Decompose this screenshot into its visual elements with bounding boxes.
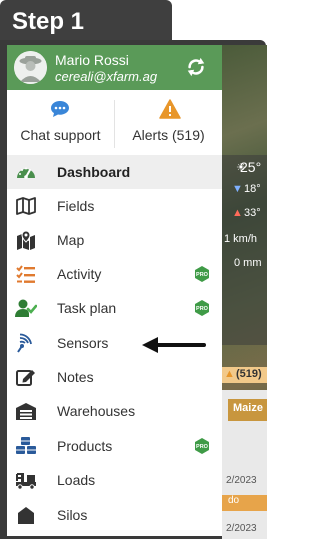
menu-item-task-plan[interactable]: Task plan PRO xyxy=(7,291,222,325)
sync-icon[interactable] xyxy=(185,56,207,78)
checklist-icon xyxy=(15,264,37,284)
menu-item-activity[interactable]: Activity PRO xyxy=(7,257,222,291)
weather-temp: 25° xyxy=(240,159,262,175)
boxes-icon xyxy=(15,436,37,456)
edit-note-icon xyxy=(15,367,37,387)
arrow-up-icon: ▲ xyxy=(232,207,243,219)
silo-icon xyxy=(15,505,37,525)
menu-item-fields[interactable]: Fields xyxy=(7,189,222,223)
pro-badge: PRO xyxy=(193,437,211,455)
alerts-button[interactable]: Alerts (519) xyxy=(115,90,222,158)
weather-rain: 0 mm xyxy=(234,257,262,269)
menu-item-loads[interactable]: Loads xyxy=(7,463,222,497)
menu-item-label: Dashboard xyxy=(57,164,131,180)
menu-item-label: Task plan xyxy=(57,300,117,316)
date-label-2: 2/2023 xyxy=(226,523,257,534)
pro-badge-text: PRO xyxy=(196,444,209,450)
avatar xyxy=(14,51,47,84)
menu-item-map[interactable]: Map xyxy=(7,223,222,257)
menu-item-products[interactable]: Products PRO xyxy=(7,429,222,463)
chat-support-label: Chat support xyxy=(20,127,101,143)
alerts-label: Alerts (519) xyxy=(132,127,205,143)
menu-item-label: Notes xyxy=(57,369,94,385)
menu-item-label: Map xyxy=(57,232,85,248)
warning-icon: ▲ xyxy=(224,368,235,380)
menu-item-notes[interactable]: Notes xyxy=(7,360,222,394)
warehouse-icon xyxy=(15,401,37,421)
pro-badge-text: PRO xyxy=(196,306,209,312)
warning-icon xyxy=(159,99,181,119)
menu-item-warehouses[interactable]: Warehouses xyxy=(7,394,222,428)
menu-item-label: Silos xyxy=(57,507,88,523)
sensor-icon xyxy=(15,333,37,353)
background-map: ☀ 25° ▼ 18° ▲ 33° 1 km/h 0 mm ▲ (519) Ma… xyxy=(222,45,267,539)
alerts-badge: (519) xyxy=(236,368,262,380)
menu-item-label: Loads xyxy=(57,472,96,488)
step-label-tab: Step 1 xyxy=(0,0,172,45)
menu-item-label: Fields xyxy=(57,198,95,214)
pro-badge: PRO xyxy=(193,265,211,283)
truck-icon xyxy=(15,470,37,490)
step-label: Step 1 xyxy=(12,8,85,35)
arrow-left-icon xyxy=(140,335,206,355)
menu-item-dashboard[interactable]: Dashboard xyxy=(7,155,222,189)
menu-item-label: Warehouses xyxy=(57,403,136,419)
alerts-badge-bg: ▲ (519) xyxy=(222,367,267,383)
quick-actions: Chat support Alerts (519) xyxy=(7,90,222,159)
weather-temp-low: 33° xyxy=(244,207,261,219)
todo-badge: do xyxy=(222,495,267,511)
user-check-icon xyxy=(15,298,38,318)
crop-tag: Maize xyxy=(228,399,267,421)
user-email: cereali@xfarm.ag xyxy=(55,69,158,84)
user-name: Mario Rossi xyxy=(55,52,129,68)
weather-temp-high: 18° xyxy=(244,183,261,195)
arrow-down-icon: ▼ xyxy=(232,183,243,195)
menu-item-label: Products xyxy=(57,438,113,454)
user-header[interactable]: Mario Rossi cereali@xfarm.ag xyxy=(7,45,222,90)
side-menu: Mario Rossi cereali@xfarm.ag Chat suppor… xyxy=(7,45,222,536)
menu-item-label: Sensors xyxy=(57,335,109,351)
chat-bubble-icon xyxy=(50,100,70,118)
map-pin-icon xyxy=(15,230,37,250)
pro-badge: PRO xyxy=(193,299,211,317)
pro-badge-text: PRO xyxy=(196,272,209,278)
map-fold-icon xyxy=(15,196,37,216)
menu-item-label: Activity xyxy=(57,266,102,282)
weather-wind: 1 km/h xyxy=(224,233,258,245)
gauge-icon xyxy=(15,162,37,182)
menu-item-silos[interactable]: Silos xyxy=(7,498,222,532)
date-label: 2/2023 xyxy=(226,475,257,486)
chat-support-button[interactable]: Chat support xyxy=(7,90,114,158)
